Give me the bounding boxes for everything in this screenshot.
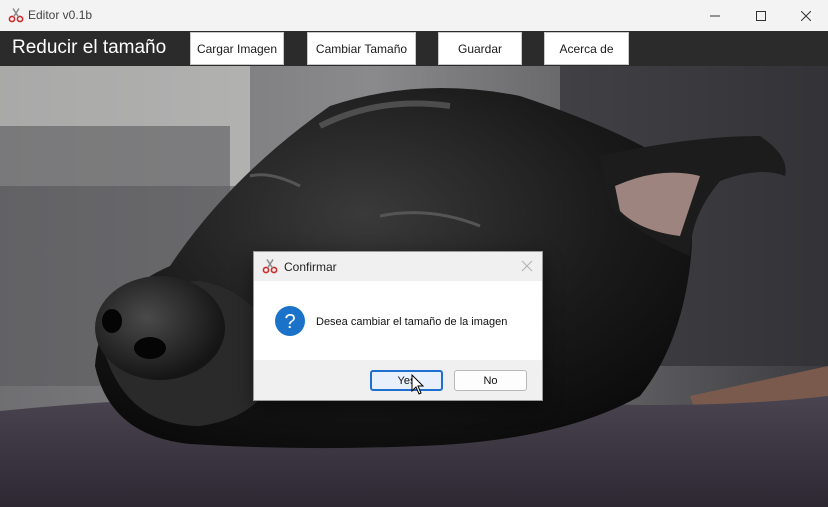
maximize-button[interactable]	[738, 0, 784, 31]
svg-text:?: ?	[284, 311, 295, 333]
close-icon[interactable]	[520, 259, 534, 273]
dialog-body: ? Desea cambiar el tamaño de la imagen	[254, 281, 542, 360]
maximize-icon	[756, 10, 766, 21]
question-icon: ?	[275, 306, 305, 336]
mouse-cursor-icon	[411, 374, 425, 395]
scissors-icon	[8, 8, 24, 23]
dialog-title: Confirmar	[284, 260, 337, 274]
dialog-message: Desea cambiar el tamaño de la imagen	[316, 316, 508, 328]
no-button[interactable]: No	[454, 370, 527, 391]
save-button[interactable]: Guardar	[438, 32, 522, 65]
resize-button[interactable]: Cambiar Tamaño	[307, 32, 416, 65]
window-title: Editor v0.1b	[28, 8, 93, 22]
window-titlebar[interactable]: Editor v0.1b	[0, 0, 828, 31]
scissors-icon	[262, 259, 278, 274]
about-button[interactable]: Acerca de	[544, 32, 629, 65]
minimize-icon	[710, 15, 720, 16]
page-title: Reducir el tamaño	[12, 37, 167, 58]
confirm-dialog: Confirmar ? Desea cambiar el tamaño de l…	[253, 251, 543, 401]
load-image-button[interactable]: Cargar Imagen	[190, 32, 284, 65]
toolbar: Reducir el tamaño Cargar Imagen Cambiar …	[0, 31, 828, 66]
dialog-titlebar[interactable]: Confirmar	[254, 252, 542, 281]
close-button[interactable]	[783, 0, 828, 31]
dialog-footer: Yes No	[254, 360, 542, 400]
minimize-button[interactable]	[692, 0, 738, 31]
close-icon	[801, 10, 811, 21]
yes-button[interactable]: Yes	[370, 370, 443, 391]
